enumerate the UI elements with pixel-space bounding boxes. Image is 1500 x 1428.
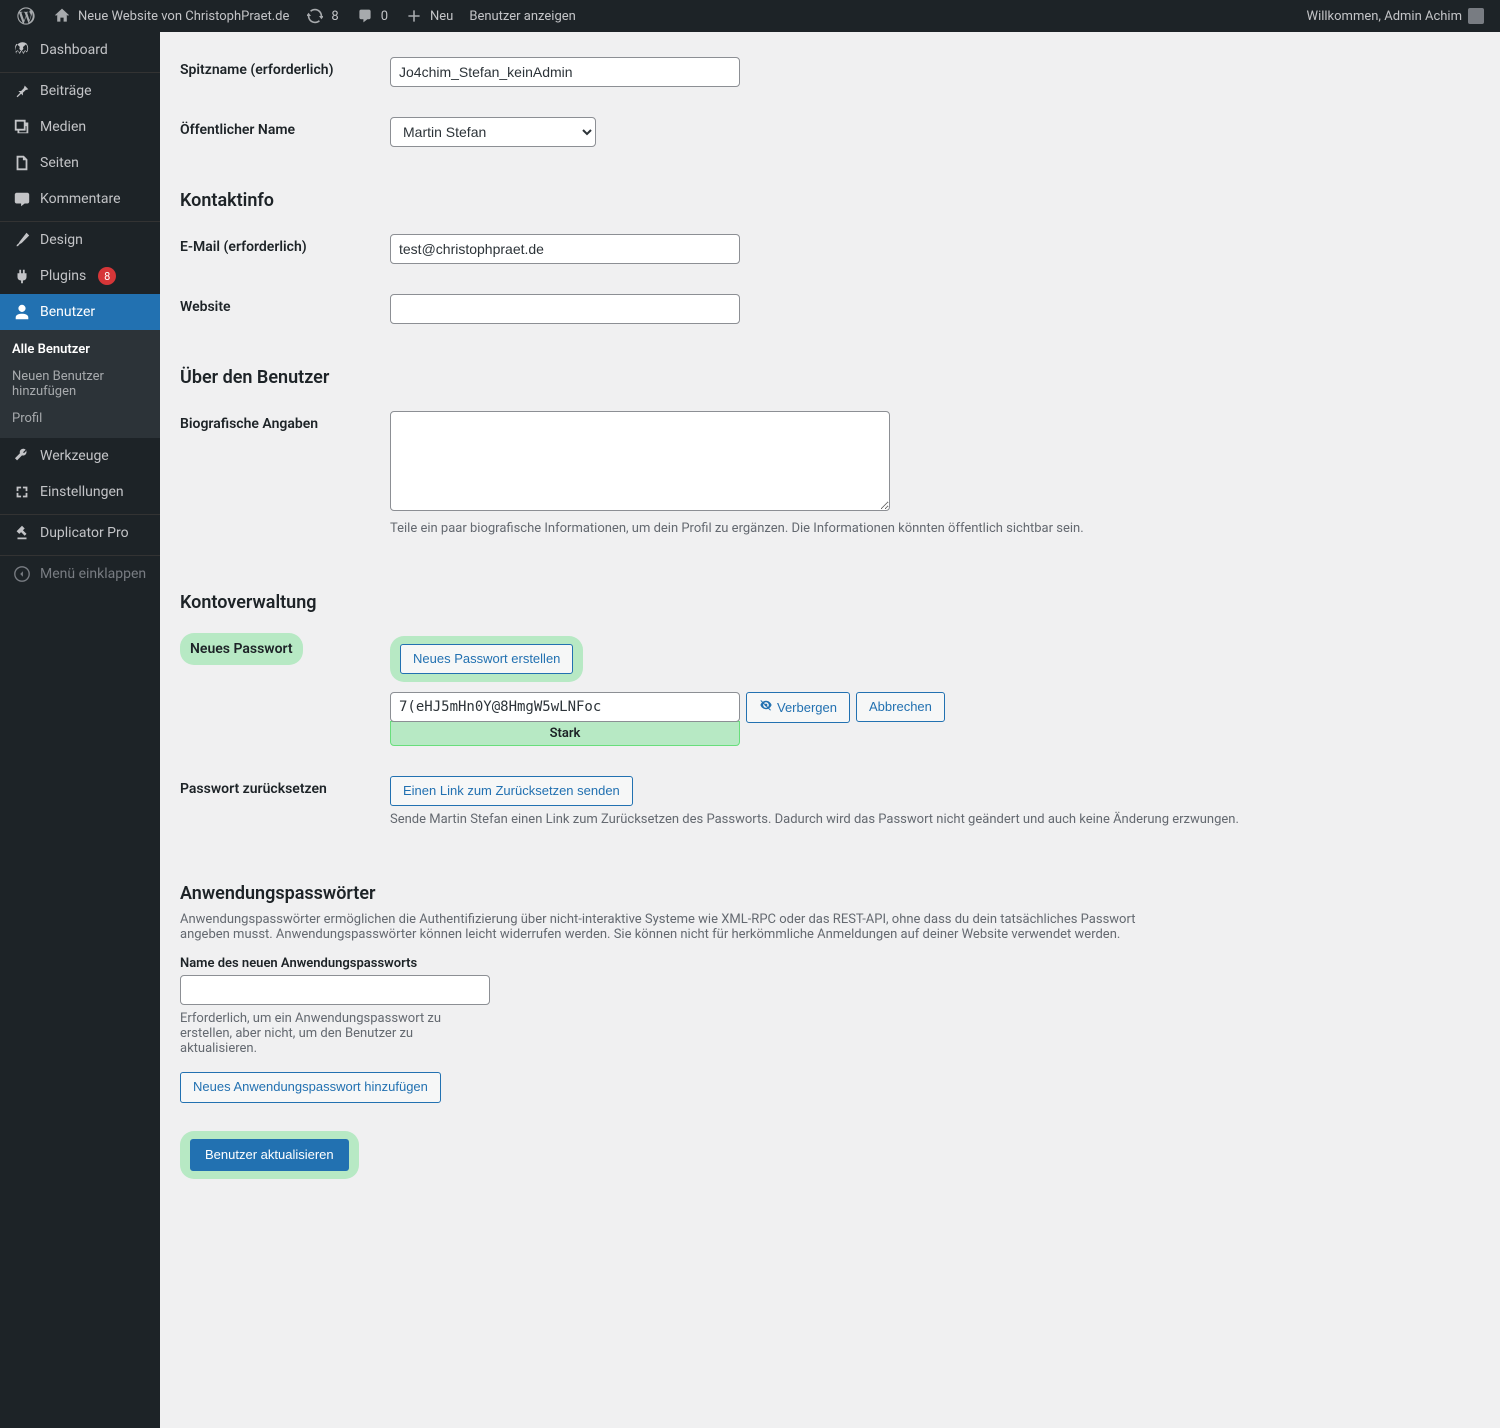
menu-plugins[interactable]: Plugins 8 <box>0 258 160 294</box>
cancel-password-button[interactable]: Abbrechen <box>856 692 945 722</box>
brush-icon <box>12 230 32 250</box>
media-icon <box>12 117 32 137</box>
hide-password-button[interactable]: Verbergen <box>746 692 850 723</box>
menu-users[interactable]: Benutzer <box>0 294 160 330</box>
view-user[interactable]: Benutzer anzeigen <box>461 0 584 32</box>
updates-count: 8 <box>331 9 338 24</box>
comments[interactable]: 0 <box>347 0 396 32</box>
add-app-password-button[interactable]: Neues Anwendungspasswort hinzufügen <box>180 1072 441 1102</box>
comment-icon <box>355 6 375 26</box>
email-input[interactable] <box>390 234 740 264</box>
account-section: Neues Passwort Neues Passwort erstellen … <box>180 621 1480 855</box>
menu-media[interactable]: Medien <box>0 109 160 145</box>
newpw-label: Neues Passwort <box>190 641 293 657</box>
wp-logo[interactable] <box>8 0 44 32</box>
menu-tools[interactable]: Werkzeuge <box>0 438 160 474</box>
displayname-select[interactable]: Martin Stefan <box>390 117 596 147</box>
dashboard-icon <box>12 40 32 60</box>
users-submenu: Alle Benutzer Neuen Benutzer hinzufügen … <box>0 330 160 438</box>
reset-description: Sende Martin Stefan einen Link zum Zurüc… <box>390 812 1470 827</box>
website-input[interactable] <box>390 294 740 324</box>
wordpress-icon <box>16 6 36 26</box>
duplicator-icon <box>12 523 32 543</box>
bio-description: Teile ein paar biografische Informatione… <box>390 521 1470 536</box>
submit-highlight: Benutzer aktualisieren <box>180 1131 359 1179</box>
menu-duplicator[interactable]: Duplicator Pro <box>0 515 160 551</box>
update-user-button[interactable]: Benutzer aktualisieren <box>190 1139 349 1171</box>
password-input[interactable] <box>390 692 740 722</box>
menu-collapse[interactable]: Menü einklappen <box>0 556 160 592</box>
admin-sidebar: Dashboard Beiträge Medien Seiten Komment… <box>0 32 160 1428</box>
generate-password-button[interactable]: Neues Passwort erstellen <box>400 644 573 674</box>
comment-icon <box>12 189 32 209</box>
menu-comments[interactable]: Kommentare <box>0 181 160 217</box>
bio-label: Biografische Angaben <box>180 396 380 564</box>
bio-textarea[interactable] <box>390 411 890 511</box>
apppw-heading: Anwendungspasswörter <box>180 883 1480 904</box>
apppw-name-input[interactable] <box>180 975 490 1005</box>
contact-section: E-Mail (erforderlich) Website <box>180 219 1480 339</box>
send-reset-link-button[interactable]: Einen Link zum Zurücksetzen senden <box>390 776 633 806</box>
menu-settings[interactable]: Einstellungen <box>0 474 160 510</box>
my-account[interactable]: Willkommen, Admin Achim <box>1299 0 1492 32</box>
home-icon <box>52 6 72 26</box>
password-strength: Stark <box>390 721 740 746</box>
menu-pages[interactable]: Seiten <box>0 145 160 181</box>
avatar-icon <box>1468 8 1484 24</box>
about-heading: Über den Benutzer <box>180 367 1480 388</box>
website-label: Website <box>180 279 380 339</box>
apppw-description: Anwendungspasswörter ermöglichen die Aut… <box>180 912 1160 942</box>
name-section: Spitzname (erforderlich) Öffentlicher Na… <box>180 42 1480 162</box>
site-title: Neue Website von ChristophPraet.de <box>78 9 289 24</box>
collapse-icon <box>12 564 32 584</box>
pages-icon <box>12 153 32 173</box>
menu-design[interactable]: Design <box>0 222 160 258</box>
update-icon <box>305 6 325 26</box>
account-heading: Kontoverwaltung <box>180 592 1480 613</box>
reset-label: Passwort zurücksetzen <box>180 761 380 855</box>
menu-dashboard[interactable]: Dashboard <box>0 32 160 68</box>
wrench-icon <box>12 446 32 466</box>
nickname-label: Spitzname (erforderlich) <box>180 42 380 102</box>
updates[interactable]: 8 <box>297 0 346 32</box>
plugins-badge: 8 <box>98 267 116 285</box>
apppw-name-label: Name des neuen Anwendungspassworts <box>180 956 1480 971</box>
plugin-icon <box>12 266 32 286</box>
submenu-profile[interactable]: Profil <box>0 405 160 432</box>
displayname-label: Öffentlicher Name <box>180 102 380 162</box>
about-section: Biografische Angaben Teile ein paar biog… <box>180 396 1480 564</box>
plus-icon <box>404 6 424 26</box>
new-content[interactable]: Neu <box>396 0 461 32</box>
contact-heading: Kontaktinfo <box>180 190 1480 211</box>
submenu-new-user[interactable]: Neuen Benutzer hinzufügen <box>0 363 160 405</box>
menu-posts[interactable]: Beiträge <box>0 73 160 109</box>
comments-count: 0 <box>381 9 388 24</box>
eye-slash-icon <box>759 698 773 717</box>
welcome-text: Willkommen, Admin Achim <box>1307 9 1462 24</box>
settings-icon <box>12 482 32 502</box>
newpw-button-highlight: Neues Passwort erstellen <box>390 636 583 682</box>
admin-bar: Neue Website von ChristophPraet.de 8 0 N… <box>0 0 1500 32</box>
user-icon <box>12 302 32 322</box>
email-label: E-Mail (erforderlich) <box>180 219 380 279</box>
main-content: Spitzname (erforderlich) Öffentlicher Na… <box>160 32 1500 1219</box>
submenu-all-users[interactable]: Alle Benutzer <box>0 336 160 363</box>
newpw-label-highlight: Neues Passwort <box>180 633 303 665</box>
pin-icon <box>12 81 32 101</box>
site-name[interactable]: Neue Website von ChristophPraet.de <box>44 0 297 32</box>
new-label: Neu <box>430 9 453 24</box>
nickname-input[interactable] <box>390 57 740 87</box>
apppw-name-description: Erforderlich, um ein Anwendungspasswort … <box>180 1011 460 1056</box>
